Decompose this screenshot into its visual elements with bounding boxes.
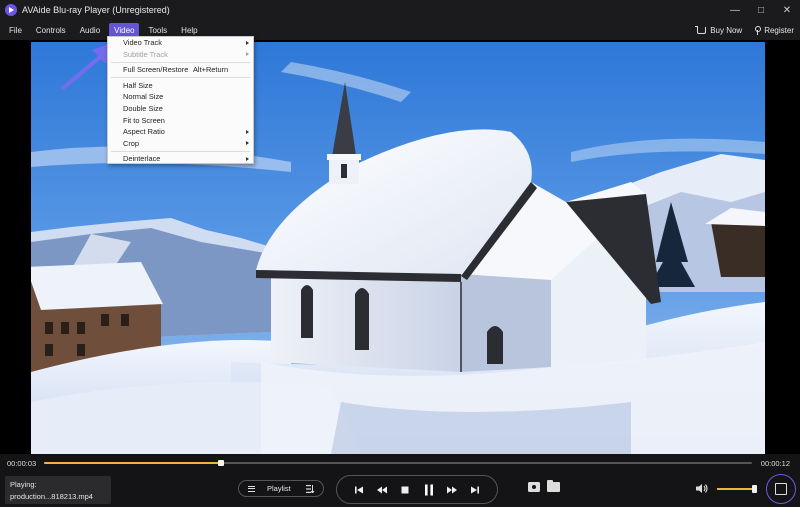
menu-separator — [111, 150, 250, 152]
camera-icon[interactable] — [528, 482, 540, 492]
menu-audio[interactable]: Audio — [75, 23, 105, 38]
menu-item-label: Crop — [123, 138, 140, 148]
menu-item-label: Double Size — [123, 103, 163, 113]
menu-item-deinterlace[interactable]: Deinterlace — [108, 153, 253, 165]
volume-slider[interactable] — [717, 485, 757, 493]
buy-now-label: Buy Now — [710, 25, 743, 35]
minimize-button[interactable]: — — [722, 0, 748, 20]
menu-item-label: Half Size — [123, 80, 153, 90]
volume-fill — [717, 488, 754, 490]
volume-thumb[interactable] — [751, 485, 757, 493]
app-logo-icon — [5, 4, 17, 16]
progress-bar[interactable] — [44, 460, 752, 466]
previous-icon[interactable] — [352, 483, 366, 497]
submenu-arrow-icon — [246, 129, 249, 134]
menu-item-aspect-ratio[interactable]: Aspect Ratio — [108, 126, 253, 138]
submenu-arrow-icon — [246, 52, 249, 57]
menu-item-half-size[interactable]: Half Size — [108, 80, 253, 92]
menu-item-shortcut: Alt+Return — [193, 65, 229, 75]
cart-icon — [695, 25, 707, 34]
menu-separator — [111, 77, 250, 79]
player-controls: 00:00:03 00:00:12 Playing: production...… — [0, 454, 800, 507]
volume-icon[interactable] — [695, 483, 708, 494]
fullscreen-button[interactable] — [766, 474, 796, 504]
now-playing-label: Playing: — [10, 480, 37, 489]
submenu-arrow-icon — [246, 156, 249, 161]
menu-item-full-screen[interactable]: Full Screen/Restore Alt+Return — [108, 64, 253, 76]
submenu-arrow-icon — [246, 40, 249, 45]
pause-icon[interactable] — [422, 483, 436, 497]
menu-item-label: Deinterlace — [123, 154, 161, 164]
playlist-button[interactable]: Playlist — [238, 480, 324, 497]
total-time: 00:00:12 — [760, 459, 790, 468]
menu-item-label: Full Screen/Restore — [123, 65, 189, 75]
now-playing-panel: Playing: production...818213.mp4 — [5, 476, 111, 504]
title-bar: AVAide Blu-ray Player (Unregistered) — □… — [0, 0, 800, 20]
stop-icon[interactable] — [398, 483, 412, 497]
menu-item-video-track[interactable]: Video Track — [108, 37, 253, 49]
current-time: 00:00:03 — [7, 459, 37, 468]
menu-item-label: Fit to Screen — [123, 115, 165, 125]
transport-controls — [336, 475, 498, 504]
menu-item-normal-size[interactable]: Normal Size — [108, 91, 253, 103]
menu-separator — [111, 61, 250, 63]
register-label: Register — [764, 25, 794, 35]
playlist-sort-icon[interactable] — [306, 485, 315, 493]
playlist-label: Playlist — [267, 484, 291, 493]
menu-item-label: Subtitle Track — [123, 49, 168, 59]
progress-fill — [44, 462, 221, 464]
menu-item-label: Normal Size — [123, 92, 164, 102]
menu-item-label: Aspect Ratio — [123, 127, 165, 137]
maximize-button[interactable]: □ — [748, 0, 774, 20]
now-playing-file: production...818213.mp4 — [10, 492, 93, 501]
list-icon — [248, 485, 255, 492]
snapshot-tools — [528, 480, 560, 492]
submenu-arrow-icon — [246, 141, 249, 146]
menu-item-double-size[interactable]: Double Size — [108, 103, 253, 115]
video-menu-dropdown: Video Track Subtitle Track Full Screen/R… — [107, 36, 254, 164]
folder-icon[interactable] — [547, 480, 560, 492]
menu-controls[interactable]: Controls — [31, 23, 71, 38]
menu-file[interactable]: File — [4, 23, 27, 38]
key-icon — [754, 25, 762, 35]
menu-item-label: Video Track — [123, 38, 162, 47]
progress-thumb[interactable] — [218, 460, 224, 466]
next-icon[interactable] — [468, 483, 482, 497]
menu-right-group: Buy Now Register — [695, 20, 794, 40]
close-button[interactable]: ✕ — [774, 0, 800, 20]
window-controls: — □ ✕ — [722, 0, 800, 20]
window-title: AVAide Blu-ray Player (Unregistered) — [22, 5, 170, 15]
menu-item-crop[interactable]: Crop — [108, 138, 253, 150]
menu-item-fit-to-screen[interactable]: Fit to Screen — [108, 115, 253, 127]
menu-item-subtitle-track: Subtitle Track — [108, 49, 253, 61]
register-link[interactable]: Register — [754, 25, 794, 35]
fullscreen-icon — [775, 483, 787, 495]
buy-now-link[interactable]: Buy Now — [695, 25, 743, 35]
fast-forward-icon[interactable] — [445, 483, 459, 497]
rewind-icon[interactable] — [375, 483, 389, 497]
